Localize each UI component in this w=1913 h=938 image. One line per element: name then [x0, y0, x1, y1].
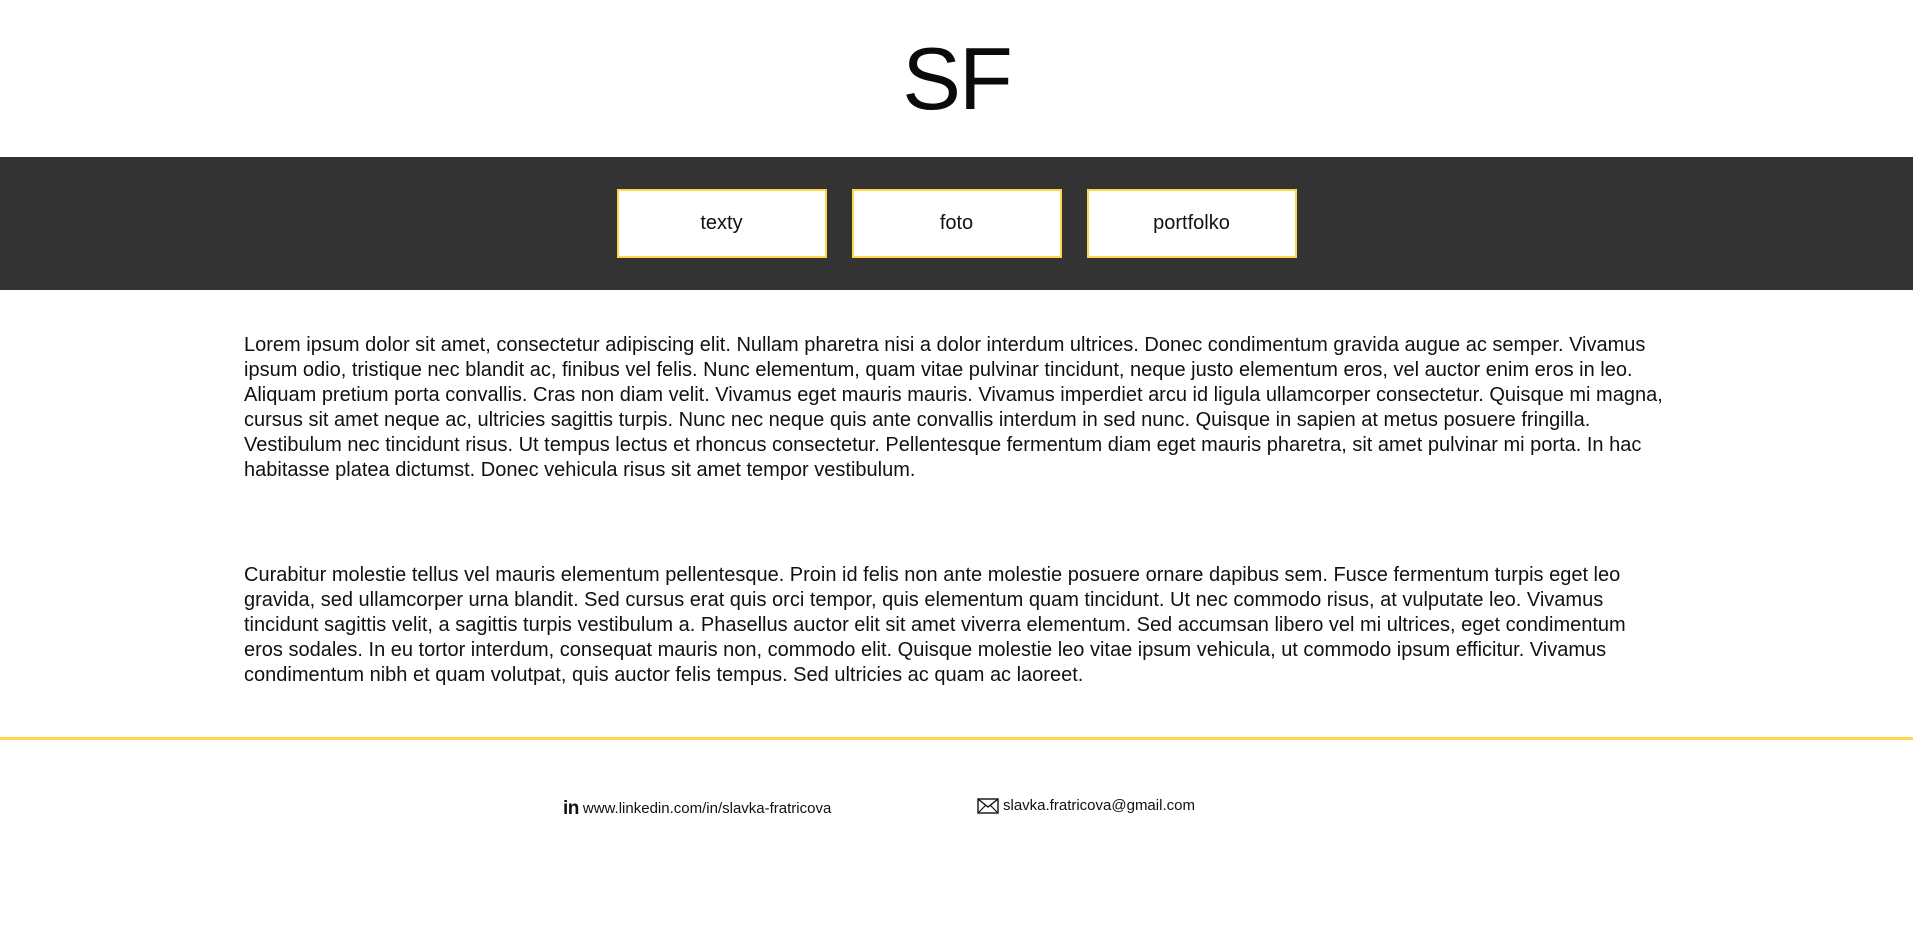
site-logo: SF — [902, 29, 1012, 128]
nav-item-texty[interactable]: texty — [616, 189, 827, 258]
linkedin-link[interactable]: in www.linkedin.com/in/slavka-fratricova — [563, 799, 831, 818]
email-link[interactable]: slavka.fratricova@gmail.com — [977, 797, 1195, 814]
site-header: SF — [0, 0, 1913, 157]
linkedin-url-text: www.linkedin.com/in/slavka-fratricova — [582, 800, 832, 817]
email-address-text: slavka.fratricova@gmail.com — [1003, 797, 1195, 814]
site-footer: in www.linkedin.com/in/slavka-fratricova… — [0, 795, 1913, 825]
linkedin-icon: in — [563, 798, 579, 819]
envelope-icon — [977, 797, 999, 814]
main-navigation: texty foto portfolko — [0, 157, 1913, 290]
main-content: Lorem ipsum dolor sit amet, consectetur … — [0, 290, 1913, 688]
nav-item-portfolko[interactable]: portfolko — [1086, 189, 1297, 258]
intro-paragraph: Lorem ipsum dolor sit amet, consectetur … — [244, 334, 1663, 481]
nav-item-foto[interactable]: foto — [851, 189, 1062, 258]
second-paragraph: Curabitur molestie tellus vel mauris ele… — [244, 564, 1626, 686]
footer-divider — [0, 737, 1913, 740]
